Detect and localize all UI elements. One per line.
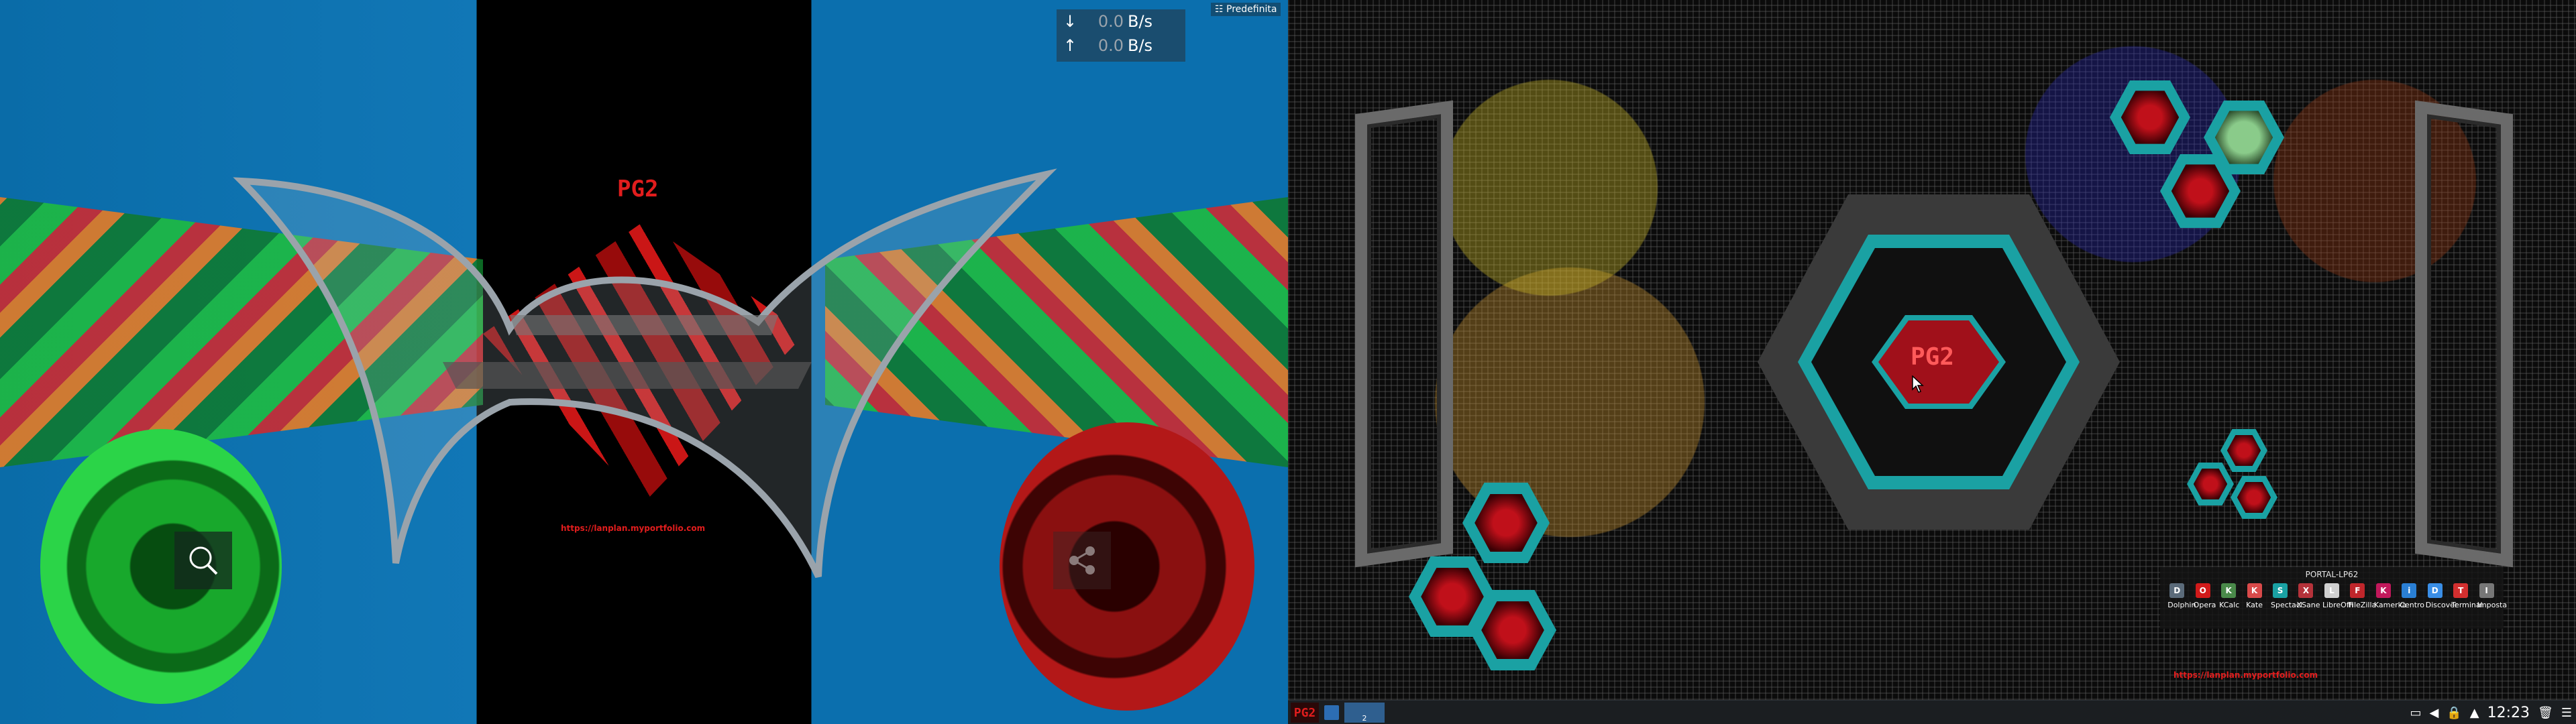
dock-item-label: Discover xyxy=(2425,601,2458,609)
application-dock: PORTAL-LP62 D Dolphin O Opera K KCalc K Kate S Sp… xyxy=(2160,567,2508,629)
wallpaper-left-frame xyxy=(1355,100,1453,568)
dock-item-label: FileZilla xyxy=(2348,601,2377,609)
dock-item-label: Dolphin xyxy=(2167,601,2196,609)
hex-cluster-right xyxy=(2231,476,2277,519)
menu-icon: ☷ xyxy=(1215,4,1227,15)
hex-cluster-right xyxy=(2220,429,2267,472)
virtual-desktop-pager[interactable]: 2 xyxy=(1344,703,1385,723)
taskbar: PG2 2 ▭ ◀ 🔒 ▲ 12:23 🗑 ☰ xyxy=(1288,700,2576,724)
mouse-cursor-icon xyxy=(1912,375,1924,393)
logo-text: PG2 xyxy=(617,176,659,202)
dock-item-spectacl[interactable]: S Spectacl xyxy=(2271,583,2302,609)
libreoffi-icon: L xyxy=(2324,583,2339,598)
download-arrow-icon: ↓ xyxy=(1063,12,1077,31)
show-desktop-icon[interactable] xyxy=(1324,705,1339,720)
system-tray: ▭ ◀ 🔒 ▲ 12:23 🗑 ☰ xyxy=(2406,701,2576,724)
volume-icon[interactable]: ◀ xyxy=(2429,706,2438,720)
opera-icon: O xyxy=(2195,583,2210,598)
dock-item-centro[interactable]: i Centro xyxy=(2400,583,2425,609)
dock-item-imposta[interactable]: I Imposta xyxy=(2477,583,2508,609)
hex-cluster-top xyxy=(2110,80,2190,154)
imposta-icon: I xyxy=(2479,583,2494,598)
wallpaper-green-wheel xyxy=(40,429,282,704)
wallpaper-red-wheel xyxy=(1000,422,1254,711)
display-icon[interactable]: ▭ xyxy=(2410,706,2421,720)
panel-menu-icon[interactable]: ☰ xyxy=(2561,706,2572,720)
kate-icon: K xyxy=(2247,583,2262,598)
dock-item-label: KCalc xyxy=(2219,601,2240,609)
share-icon xyxy=(1069,546,1095,575)
search-icon xyxy=(189,546,218,575)
upload-arrow-icon: ↑ xyxy=(1063,36,1077,55)
dock-item-dolphin[interactable]: D Dolphin xyxy=(2167,583,2196,609)
dock-item-label: XSane xyxy=(2296,601,2320,609)
dock-item-label: Kamerka xyxy=(2373,601,2407,609)
clock[interactable]: 12:23 xyxy=(2487,705,2530,721)
dock-item-label: Spectacl xyxy=(2271,601,2302,609)
dock-item-discover[interactable]: D Discover xyxy=(2425,583,2458,609)
wallpaper-url-right: https://lanplan.myportfolio.com xyxy=(2174,670,2318,680)
application-launcher-button[interactable]: PG2 xyxy=(1291,703,1319,723)
upload-row: ↑ 0.0 B/s xyxy=(1057,34,1185,58)
discover-icon: D xyxy=(2427,583,2443,598)
left-screen-wallpaper: PG2 https://lanplan.myportfolio.com ↓ 0.… xyxy=(0,0,1288,724)
dock-item-libreoffi[interactable]: L LibreOffi xyxy=(2322,583,2354,609)
dock-item-label: Terminal xyxy=(2451,601,2483,609)
dock-item-label: Imposta xyxy=(2477,601,2508,609)
xsane-icon: X xyxy=(2298,583,2314,598)
dock-item-label: Centro xyxy=(2400,601,2425,609)
preset-label: Predefinita xyxy=(1226,4,1277,15)
right-screen-wallpaper: PG2 https://lanplan.myportfolio.com PORT… xyxy=(1288,0,2576,724)
upload-value: 0.0 xyxy=(1097,36,1124,55)
dock-item-kcalc[interactable]: K KCalc xyxy=(2219,583,2240,609)
lock-icon[interactable]: 🔒 xyxy=(2447,706,2461,720)
search-button[interactable] xyxy=(174,532,232,589)
download-unit: B/s xyxy=(1128,12,1153,31)
upload-unit: B/s xyxy=(1128,36,1153,55)
trash-icon[interactable]: 🗑 xyxy=(2538,706,2553,720)
dock-item-terminal[interactable]: T Terminal xyxy=(2451,583,2483,609)
kcalc-icon: K xyxy=(2221,583,2237,598)
centro-icon: i xyxy=(2402,583,2417,598)
download-value: 0.0 xyxy=(1097,12,1124,31)
hex-cluster-right xyxy=(2187,463,2234,505)
preset-activity-label[interactable]: ☷ Predefinita xyxy=(1211,3,1281,16)
download-row: ↓ 0.0 B/s xyxy=(1057,9,1185,34)
spectacl-icon: S xyxy=(2273,583,2288,598)
hex-cluster-bottom xyxy=(1462,483,1550,563)
network-speed-widget: ↓ 0.0 B/s ↑ 0.0 B/s xyxy=(1057,9,1185,62)
dock-item-opera[interactable]: O Opera xyxy=(2193,583,2216,609)
dock-item-kamerka[interactable]: K Kamerka xyxy=(2373,583,2407,609)
pager-desktop-number: 2 xyxy=(1362,714,1367,723)
filezilla-icon: F xyxy=(2350,583,2365,598)
kamerka-icon: K xyxy=(2375,583,2391,598)
center-logo-text: PG2 xyxy=(1911,343,1955,371)
dock-item-filezilla[interactable]: F FileZilla xyxy=(2348,583,2377,609)
dock-title: PORTAL-LP62 xyxy=(2305,570,2359,579)
wallpaper-url: https://lanplan.myportfolio.com xyxy=(561,524,706,533)
terminal-icon: T xyxy=(2453,583,2469,598)
dock-item-xsane[interactable]: X XSane xyxy=(2296,583,2320,609)
expand-tray-icon[interactable]: ▲ xyxy=(2470,706,2479,720)
dock-item-kate[interactable]: K Kate xyxy=(2245,583,2264,609)
dock-item-label: Opera xyxy=(2193,601,2216,609)
dock-item-label: LibreOffi xyxy=(2322,601,2354,609)
dolphin-icon: D xyxy=(2169,583,2185,598)
wallpaper-right-frame xyxy=(2415,100,2513,568)
share-button[interactable] xyxy=(1053,532,1111,589)
dock-item-label: Kate xyxy=(2246,601,2263,609)
dock-items: D Dolphin O Opera K KCalc K Kate S Spectacl X XSane… xyxy=(2160,583,2508,609)
